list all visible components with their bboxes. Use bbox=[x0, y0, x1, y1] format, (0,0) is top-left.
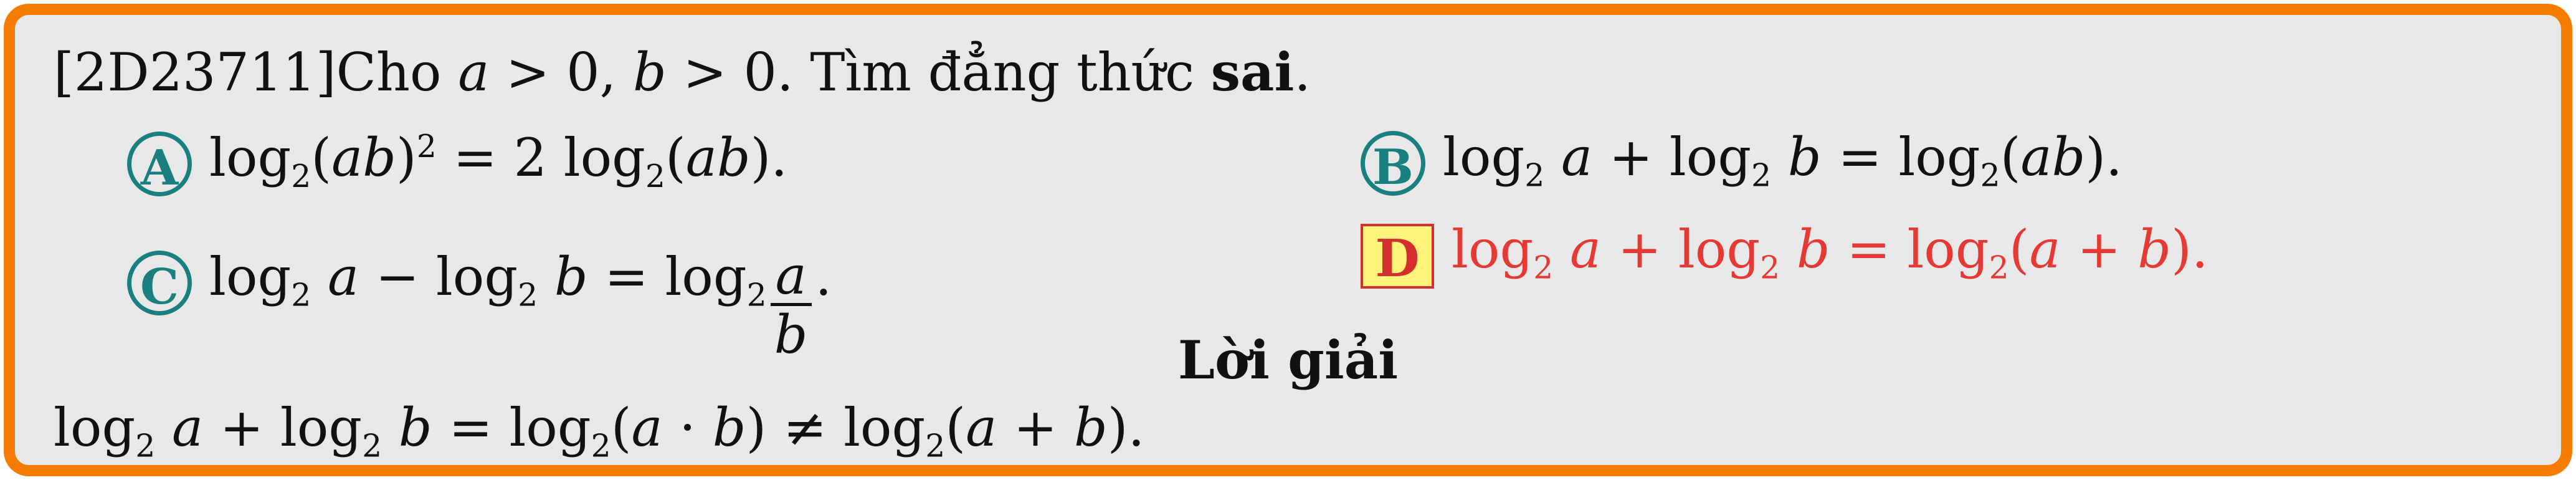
option-b[interactable]: Blog2 a + log2 b = log2(ab). bbox=[1361, 131, 2122, 196]
option-d-marker[interactable]: D bbox=[1361, 224, 1434, 289]
option-d-correct-answer[interactable]: Dlog2 a + log2 b = log2(a + b). bbox=[1361, 223, 2208, 289]
solution-text: log2 a + log2 b = log2(a · b) ≠ log2(a +… bbox=[54, 397, 1145, 464]
emphasis-word: sai bbox=[1210, 41, 1295, 103]
option-c[interactable]: Clog2 a − log2 b = log2 a b. bbox=[127, 223, 832, 364]
question-id: [2D23711] bbox=[54, 42, 336, 103]
question-text: [2D23711]Cho a > 0, b > 0. Tìm đẳng thức… bbox=[54, 41, 1311, 103]
fraction-numerator: a bbox=[770, 248, 812, 307]
option-c-marker[interactable]: C bbox=[127, 250, 192, 315]
option-b-marker[interactable]: B bbox=[1361, 131, 1425, 196]
question-card: [2D23711]Cho a > 0, b > 0. Tìm đẳng thức… bbox=[4, 4, 2572, 476]
option-a[interactable]: Alog2(ab)2 = 2 log2(ab). bbox=[127, 130, 787, 197]
solution-title: Lời giải bbox=[1177, 329, 1399, 391]
option-a-marker[interactable]: A bbox=[127, 132, 192, 197]
